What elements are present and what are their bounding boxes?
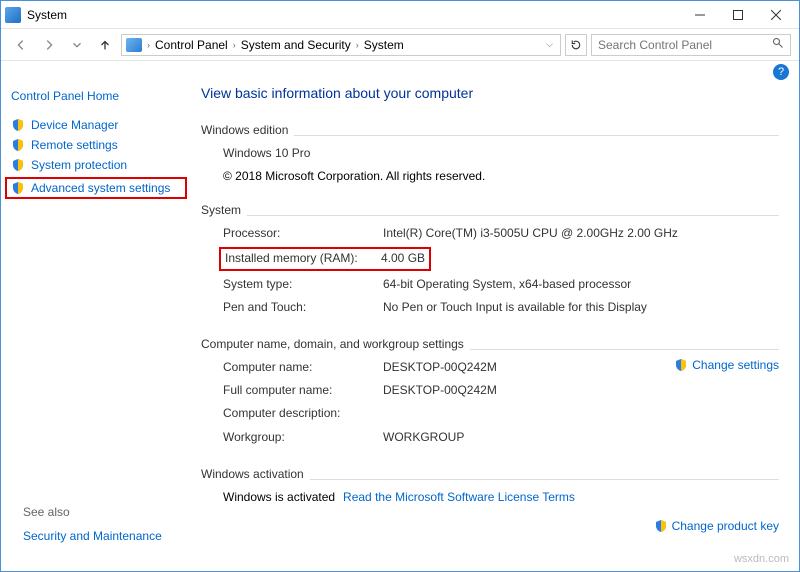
help-icon[interactable]: ? [773, 64, 789, 80]
row-workgroup: Workgroup:WORKGROUP [201, 426, 779, 449]
shield-icon [11, 138, 25, 152]
breadcrumb[interactable]: › Control Panel › System and Security › … [121, 34, 561, 56]
search-input[interactable] [598, 38, 758, 52]
security-maintenance-link[interactable]: Security and Maintenance [23, 529, 162, 543]
sidebar-item-label: Remote settings [31, 138, 118, 152]
row-processor: Processor:Intel(R) Core(TM) i3-5005U CPU… [201, 222, 779, 245]
maximize-button[interactable] [719, 1, 757, 29]
shield-icon [11, 181, 25, 195]
chevron-down-icon[interactable]: ⌵ [543, 39, 556, 50]
sidebar-advanced-system-settings[interactable]: Advanced system settings [5, 177, 187, 199]
breadcrumb-segment[interactable]: System [364, 38, 404, 52]
sidebar-device-manager[interactable]: Device Manager [11, 115, 187, 135]
recent-button[interactable] [65, 33, 89, 57]
sidebar: Control Panel Home Device Manager Remote… [1, 83, 191, 571]
see-also-header: See also [23, 505, 162, 519]
row-system-type: System type:64-bit Operating System, x64… [201, 273, 779, 296]
minimize-button[interactable] [681, 1, 719, 29]
search-icon[interactable] [772, 37, 784, 52]
sidebar-remote-settings[interactable]: Remote settings [11, 135, 187, 155]
section-windows-edition: Windows edition [201, 117, 779, 131]
change-settings-link[interactable]: Change settings [674, 358, 779, 372]
sidebar-item-label: Advanced system settings [31, 181, 170, 195]
controlpanel-icon [126, 38, 142, 52]
back-button[interactable] [9, 33, 33, 57]
search-box[interactable] [591, 34, 791, 56]
shield-icon [11, 158, 25, 172]
change-product-key-link[interactable]: Change product key [654, 519, 779, 533]
up-button[interactable] [93, 33, 117, 57]
window-title: System [27, 8, 681, 22]
address-bar: › Control Panel › System and Security › … [1, 29, 799, 61]
copyright-text: © 2018 Microsoft Corporation. All rights… [201, 169, 779, 183]
section-computer-name: Computer name, domain, and workgroup set… [201, 331, 779, 345]
sidebar-system-protection[interactable]: System protection [11, 155, 187, 175]
row-full-computer-name: Full computer name:DESKTOP-00Q242M [201, 379, 779, 402]
close-button[interactable] [757, 1, 795, 29]
chevron-right-icon[interactable]: › [230, 40, 239, 50]
row-activation-status: Windows is activated Read the Microsoft … [201, 486, 779, 509]
shield-icon [654, 519, 668, 533]
section-system: System [201, 197, 779, 211]
windows-product: Windows 10 Pro [223, 144, 779, 163]
section-activation: Windows activation [201, 461, 779, 475]
main-content: View basic information about your comput… [191, 83, 799, 571]
watermark: wsxdn.com [734, 553, 789, 565]
system-icon [5, 7, 21, 23]
chevron-right-icon[interactable]: › [353, 40, 362, 50]
breadcrumb-segment[interactable]: System and Security [241, 38, 351, 52]
sidebar-item-label: Device Manager [31, 118, 118, 132]
license-terms-link[interactable]: Read the Microsoft Software License Term… [343, 488, 575, 507]
shield-icon [674, 358, 688, 372]
titlebar: System [1, 1, 799, 29]
row-computer-name: Computer name:DESKTOP-00Q242M [201, 356, 674, 379]
page-heading: View basic information about your comput… [201, 85, 779, 101]
chevron-right-icon[interactable]: › [144, 40, 153, 50]
forward-button[interactable] [37, 33, 61, 57]
refresh-button[interactable] [565, 34, 587, 56]
breadcrumb-segment[interactable]: Control Panel [155, 38, 228, 52]
row-installed-memory: Installed memory (RAM):4.00 GB [201, 245, 779, 272]
row-computer-description: Computer description: [201, 402, 779, 425]
sidebar-item-label: System protection [31, 158, 127, 172]
row-pen-touch: Pen and Touch:No Pen or Touch Input is a… [201, 296, 779, 319]
shield-icon [11, 118, 25, 132]
control-panel-home-link[interactable]: Control Panel Home [11, 89, 187, 103]
